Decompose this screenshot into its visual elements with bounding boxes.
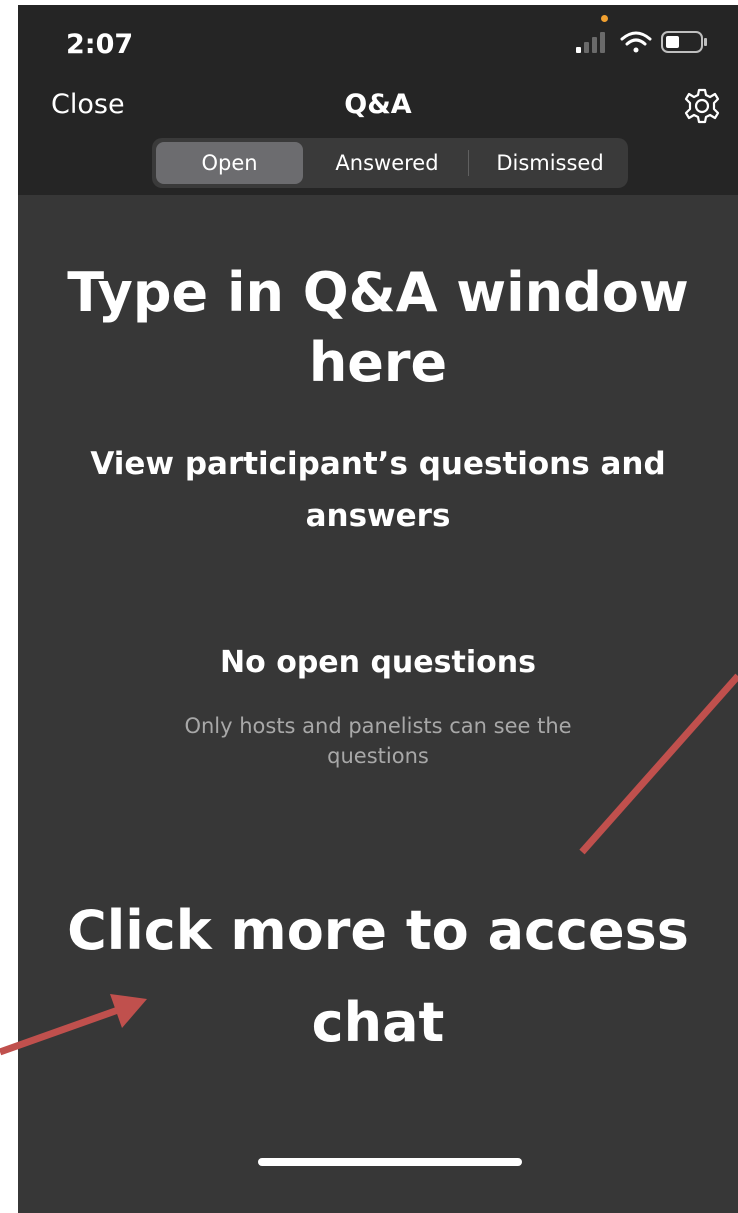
tab-divider — [468, 150, 469, 176]
wifi-icon — [620, 31, 652, 53]
signal-icon — [576, 32, 605, 53]
empty-state-title: No open questions — [220, 645, 536, 680]
empty-state-subtitle: Only hosts and panelists can see the que… — [184, 714, 572, 768]
qa-filter-tabs: Open Answered Dismissed — [152, 138, 628, 188]
phone-screen: 2:07 Close Q&A Open Answered Dismissed T… — [18, 5, 738, 1213]
header-bar: 2:07 Close Q&A Open Answered Dismissed — [18, 5, 738, 195]
tab-dismissed[interactable]: Dismissed — [472, 138, 628, 188]
page-title: Q&A — [344, 89, 412, 120]
home-indicator[interactable] — [258, 1158, 522, 1166]
annotation-subheadline: View participant’s questions and answers — [90, 446, 666, 534]
status-time: 2:07 — [66, 29, 134, 60]
status-icons — [576, 31, 707, 53]
tab-open[interactable]: Open — [156, 142, 303, 184]
annotation-headline: Type in Q&A window here — [67, 261, 689, 394]
gear-icon[interactable] — [683, 87, 721, 125]
mic-indicator-dot — [601, 15, 608, 22]
annotation-chat-hint: Click more to access chat — [67, 899, 689, 1054]
tab-answered[interactable]: Answered — [307, 138, 467, 188]
battery-icon — [661, 31, 707, 53]
